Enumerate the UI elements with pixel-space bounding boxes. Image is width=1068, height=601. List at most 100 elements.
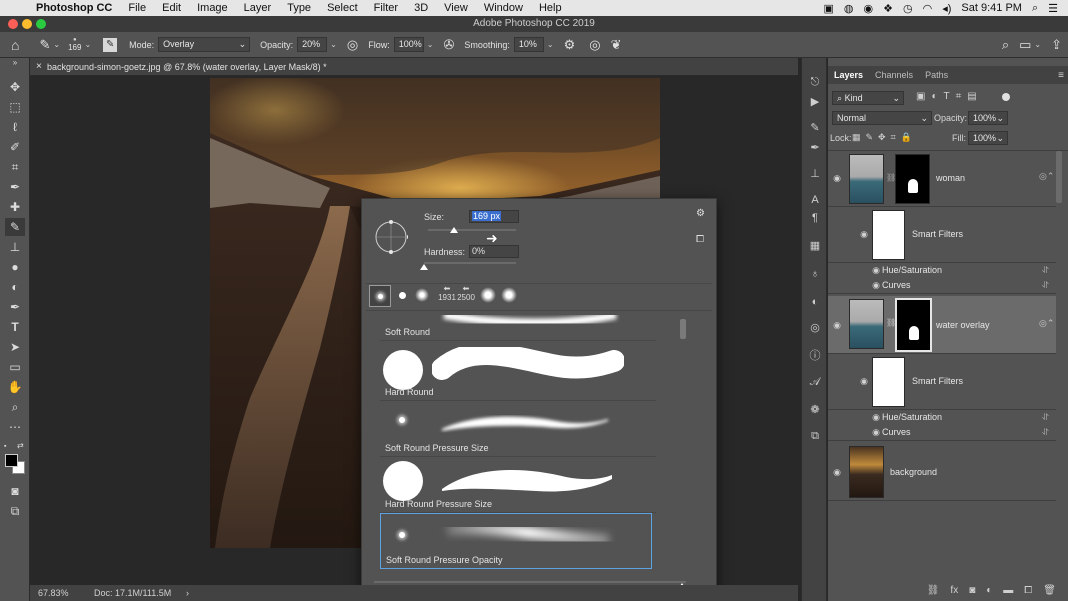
clone-stamp-tool-icon[interactable]: ⊥ xyxy=(5,238,25,256)
time-machine-icon[interactable]: ◷ xyxy=(903,2,913,15)
layer-row-background[interactable]: ◉ background xyxy=(828,443,1056,501)
default-colors-icon[interactable]: ▪ xyxy=(4,443,6,450)
actions-play-icon[interactable]: ▶ xyxy=(807,94,823,110)
healing-brush-tool-icon[interactable]: ✚ xyxy=(5,198,25,216)
smoothing-input[interactable]: 10% xyxy=(513,37,544,52)
pressure-size-icon[interactable]: ◎ xyxy=(589,37,600,53)
learn-icon[interactable]: ♁ xyxy=(807,266,823,282)
brush-angle-preview-icon[interactable] xyxy=(374,218,408,256)
layer-name[interactable]: Smart Filters xyxy=(912,376,963,386)
dodge-tool-icon[interactable]: ◐ xyxy=(5,278,25,296)
gear-icon[interactable]: ⚙ xyxy=(696,208,705,219)
swatches-icon[interactable]: ▦ xyxy=(807,238,823,254)
layer-thumbnail[interactable] xyxy=(849,299,884,349)
size-slider-thumb[interactable] xyxy=(450,227,459,233)
menu-edit[interactable]: Edit xyxy=(154,2,189,14)
mode-select[interactable]: Overlay ⌄ xyxy=(158,37,251,52)
layer-name[interactable]: woman xyxy=(936,173,965,183)
rectangle-tool-icon[interactable]: ▭ xyxy=(5,358,25,376)
quick-mask-icon[interactable]: ◙ xyxy=(5,482,25,500)
volume-icon[interactable]: ◂) xyxy=(942,2,951,15)
brushes-panel-icon[interactable]: ✎ xyxy=(807,120,823,136)
eye-icon[interactable]: ◉ xyxy=(831,173,843,184)
home-icon[interactable]: ⌂ xyxy=(11,37,19,53)
chevron-down-icon[interactable]: ⌄ xyxy=(1034,40,1041,49)
character-panel-icon[interactable]: A xyxy=(807,192,823,208)
pen-tool-icon[interactable]: ✒ xyxy=(5,298,25,316)
close-window-icon[interactable] xyxy=(8,19,18,29)
more-tools-icon[interactable]: ⋯ xyxy=(5,418,25,436)
layer-row-water-overlay[interactable]: ◉ ⛓ water overlay ◎⌃ xyxy=(828,296,1056,354)
eye-icon[interactable]: ◉ xyxy=(870,412,882,423)
brush-item[interactable]: Soft Round xyxy=(380,315,656,341)
recent-brush-arrow[interactable]: ⬅ 1931 xyxy=(438,284,456,302)
collapse-panel-icon[interactable]: » xyxy=(5,58,25,68)
opacity-input[interactable]: 20% xyxy=(297,37,328,52)
quick-selection-tool-icon[interactable]: ✐ xyxy=(5,138,25,156)
trash-icon[interactable]: 🗑 xyxy=(1043,585,1056,596)
layer-mask-thumbnail[interactable] xyxy=(895,154,930,204)
filter-toggle-icon[interactable] xyxy=(1002,93,1010,101)
document-info[interactable]: Doc: 17.1M/111.5M xyxy=(94,585,171,601)
clone-source-icon[interactable]: ⊥ xyxy=(807,166,823,182)
foreground-color-swatch[interactable] xyxy=(5,454,18,467)
layer-name[interactable]: water overlay xyxy=(936,320,990,330)
filter-name[interactable]: Hue/Saturation xyxy=(882,412,942,422)
layer-thumbnail[interactable] xyxy=(849,446,884,498)
chevron-down-icon[interactable]: ⌄ xyxy=(427,40,434,49)
zoom-window-icon[interactable] xyxy=(36,19,46,29)
gear-icon[interactable]: ⚙ xyxy=(564,37,576,53)
chevron-down-icon[interactable]: ⌄ xyxy=(330,40,337,49)
menu-view[interactable]: View xyxy=(436,2,476,14)
creative-cloud-icon[interactable]: ◍ xyxy=(844,2,854,15)
eyedropper-tool-icon[interactable]: ✒ xyxy=(5,178,25,196)
hardness-slider[interactable] xyxy=(424,262,516,264)
menu-layer[interactable]: Layer xyxy=(236,2,280,14)
hardness-input[interactable]: 0% xyxy=(469,245,519,258)
tab-channels[interactable]: Channels xyxy=(869,70,919,80)
recent-brush-soft[interactable] xyxy=(480,287,496,303)
lock-icons[interactable]: ▦✎✥⌗🔒 xyxy=(852,132,917,143)
flow-input[interactable]: 100% xyxy=(393,37,424,52)
chevron-right-icon[interactable]: › xyxy=(186,585,189,601)
layer-name[interactable]: Smart Filters xyxy=(912,229,963,239)
smart-filters-row[interactable]: ◉ Smart Filters xyxy=(828,354,1056,410)
eye-icon[interactable]: ◉ xyxy=(831,320,843,331)
add-mask-icon[interactable]: ◙ xyxy=(969,585,975,596)
dropbox-icon[interactable]: ❖ xyxy=(883,2,893,15)
filter-name[interactable]: Curves xyxy=(882,280,911,290)
paragraph-panel-icon[interactable]: ¶ xyxy=(807,210,823,226)
filter-options-icon[interactable]: ⥯ xyxy=(1042,427,1049,438)
panel-menu-icon[interactable]: ≡ xyxy=(1058,70,1064,81)
layer-name[interactable]: background xyxy=(890,467,937,477)
brush-tool-icon[interactable]: ✎ xyxy=(5,218,25,236)
eye-icon[interactable]: ◉ xyxy=(870,280,882,291)
chevron-down-icon[interactable]: ⌄ xyxy=(547,40,554,49)
recent-brush-hard[interactable] xyxy=(399,292,406,299)
brush-item-selected[interactable]: Soft Round Pressure Opacity xyxy=(380,513,652,569)
filter-options-icon[interactable]: ⥯ xyxy=(1042,412,1049,423)
eye-icon[interactable]: ◉ xyxy=(870,265,882,276)
properties-icon[interactable]: ⧉ xyxy=(807,428,823,444)
layer-opacity-input[interactable]: 100% ⌄ xyxy=(968,111,1008,125)
recent-brush-arrow[interactable]: ⬅ 2500 xyxy=(457,284,475,302)
brush-item[interactable]: Hard Round xyxy=(380,345,656,401)
brush-list[interactable]: Soft Round Hard Round Soft Round Pressur… xyxy=(380,315,688,577)
menu-window[interactable]: Window xyxy=(476,2,531,14)
link-layers-icon[interactable]: ⛓ xyxy=(927,585,940,596)
brush-item[interactable]: Soft Round Pressure Size xyxy=(380,401,656,457)
filter-options-icon[interactable]: ⥯ xyxy=(1042,280,1049,291)
hand-tool-icon[interactable]: ✋ xyxy=(5,378,25,396)
menu-app-name[interactable]: Photoshop CC xyxy=(28,2,120,14)
filter-name[interactable]: Curves xyxy=(882,427,911,437)
filter-row[interactable]: ◉ Hue/Saturation ⥯ xyxy=(828,263,1056,278)
screen-record-icon[interactable]: ▣ xyxy=(824,2,834,15)
size-input[interactable]: 169 px xyxy=(469,210,519,223)
hardness-slider-thumb[interactable] xyxy=(420,264,428,270)
marquee-tool-icon[interactable]: ⬚ xyxy=(5,98,25,116)
eye-icon[interactable]: ◉ xyxy=(870,427,882,438)
libraries-icon[interactable]: ◎ xyxy=(807,320,823,336)
layer-filter-select[interactable]: ⌕ Kind ⌄ xyxy=(832,91,904,105)
size-slider[interactable] xyxy=(428,229,516,231)
menu-3d[interactable]: 3D xyxy=(406,2,436,14)
